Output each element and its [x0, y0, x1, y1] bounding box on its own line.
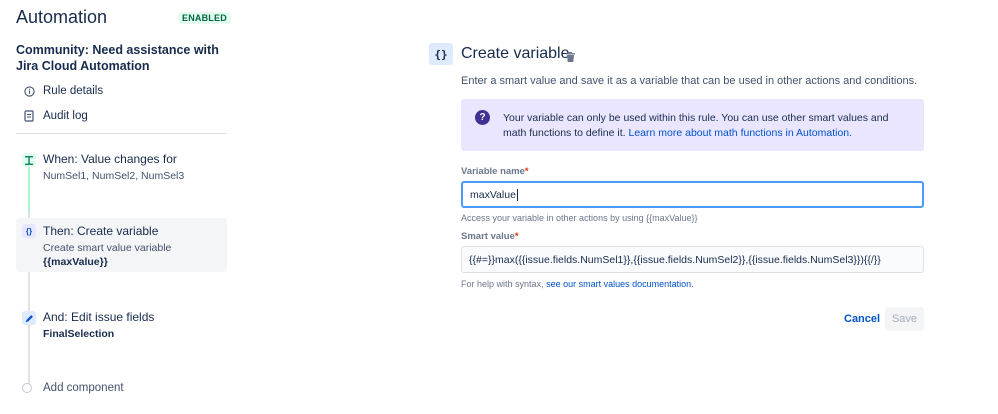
status-badge: ENABLED [178, 12, 231, 24]
rule-details-label: Rule details [43, 85, 104, 97]
panel-description: Enter a smart value and save it as a var… [461, 75, 918, 87]
action-detail: Create smart value variable [43, 242, 172, 254]
action-step-create-variable[interactable]: {} Then: Create variable Create smart va… [16, 218, 227, 272]
edit-fields-title: And: Edit issue fields [43, 310, 155, 324]
variable-name-help: Access your variable in other actions by… [461, 213, 698, 223]
smart-value-label-text: Smart value [461, 231, 515, 242]
text-caret [516, 188, 518, 201]
required-mark: * [524, 166, 529, 177]
braces-icon: {} [22, 224, 36, 238]
pencil-icon [22, 311, 36, 325]
add-component-label: Add component [43, 382, 124, 394]
audit-log-label: Audit log [43, 110, 88, 122]
smart-value-help: For help with syntax, see our smart valu… [461, 279, 694, 289]
smart-value-label: Smart value* [461, 231, 519, 242]
math-functions-link[interactable]: Learn more about math functions in Autom… [629, 127, 853, 139]
action-title: Then: Create variable [43, 224, 159, 238]
document-icon [22, 110, 36, 122]
variable-name-label: Variable name* [461, 166, 529, 177]
question-icon: ? [475, 110, 490, 125]
smart-value-help-text: For help with syntax, [461, 279, 544, 289]
audit-log-link[interactable]: Audit log [22, 108, 88, 124]
divider [16, 133, 227, 134]
smart-values-docs-link[interactable]: see our smart values documentation. [546, 279, 694, 289]
trigger-title: When: Value changes for [43, 152, 177, 166]
variable-name-value: maxValue [470, 188, 516, 201]
braces-icon: {} [429, 43, 453, 65]
save-button[interactable]: Save [885, 307, 924, 331]
info-text: Your variable can only be used within th… [503, 111, 913, 141]
add-component-button[interactable]: Add component [22, 382, 124, 394]
trash-icon[interactable] [566, 49, 575, 67]
trigger-detail: NumSel1, NumSel2, NumSel3 [43, 170, 185, 182]
trigger-step[interactable]: When: Value changes for NumSel1, NumSel2… [16, 152, 227, 186]
smart-value-input[interactable]: {{#=}}max({{issue.fields.NumSel1}},{{iss… [461, 246, 924, 273]
page-title: Automation [16, 7, 108, 27]
trigger-icon [22, 153, 36, 167]
variable-name-input[interactable]: maxValue [461, 181, 924, 208]
rule-details-link[interactable]: Rule details [22, 83, 103, 99]
info-message: ? Your variable can only be used within … [461, 99, 924, 151]
edit-fields-value: FinalSelection [43, 328, 115, 340]
add-dot-icon [22, 383, 32, 393]
variable-name-label-text: Variable name [461, 166, 525, 177]
action-value: {{maxValue}} [43, 256, 108, 268]
cancel-button[interactable]: Cancel [836, 307, 888, 331]
required-mark: * [514, 231, 519, 242]
action-step-edit-fields[interactable]: And: Edit issue fields FinalSelection [16, 310, 227, 344]
info-circle-icon [22, 85, 36, 97]
panel-title: Create variable [461, 45, 570, 62]
rule-name: Community: Need assistance with Jira Clo… [16, 43, 219, 73]
